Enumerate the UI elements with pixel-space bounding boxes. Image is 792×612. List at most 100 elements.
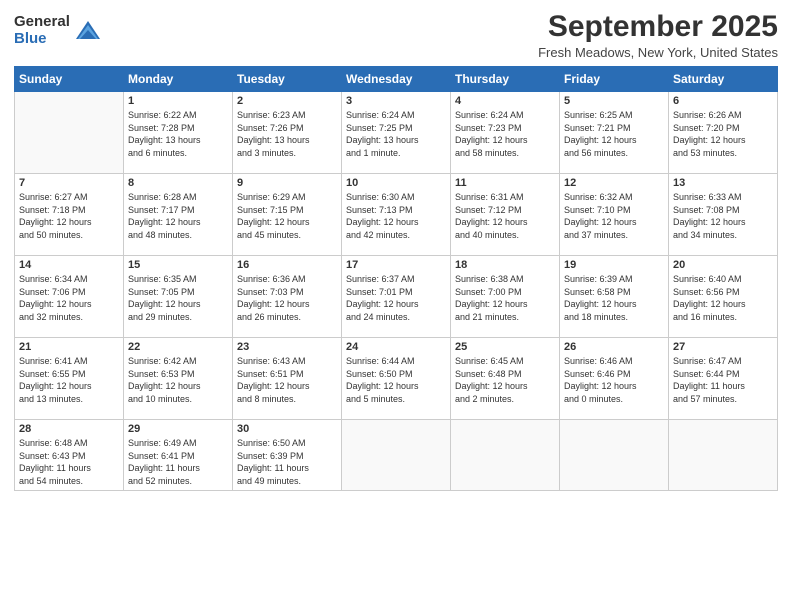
day-info: Sunrise: 6:46 AMSunset: 6:46 PMDaylight:…: [564, 355, 664, 405]
day-info: Sunrise: 6:23 AMSunset: 7:26 PMDaylight:…: [237, 109, 337, 159]
day-info: Sunrise: 6:38 AMSunset: 7:00 PMDaylight:…: [455, 273, 555, 323]
calendar-cell: 17 Sunrise: 6:37 AMSunset: 7:01 PMDayligh…: [342, 256, 451, 338]
calendar-cell: 26 Sunrise: 6:46 AMSunset: 6:46 PMDayligh…: [560, 338, 669, 420]
calendar-cell: 8Sunrise: 6:28 AMSunset: 7:17 PMDaylight…: [124, 174, 233, 256]
day-info: Sunrise: 6:27 AMSunset: 7:18 PMDaylight:…: [19, 191, 119, 241]
calendar-week-row: 7 Sunrise: 6:27 AMSunset: 7:18 PMDaylight…: [15, 174, 778, 256]
day-info: Sunrise: 6:34 AMSunset: 7:06 PMDaylight:…: [19, 273, 119, 323]
calendar-cell: [15, 92, 124, 174]
day-number: 19: [564, 259, 664, 271]
day-number: 18: [455, 259, 555, 271]
day-number: 26: [564, 341, 664, 353]
calendar-cell: [342, 420, 451, 491]
day-number: 22: [128, 341, 228, 353]
calendar-cell: 3 Sunrise: 6:24 AMSunset: 7:25 PMDaylight…: [342, 92, 451, 174]
calendar-cell: 15 Sunrise: 6:35 AMSunset: 7:05 PMDayligh…: [124, 256, 233, 338]
day-info: Sunrise: 6:24 AMSunset: 7:25 PMDaylight:…: [346, 109, 446, 159]
calendar-cell: 28 Sunrise: 6:48 AMSunset: 6:43 PMDayligh…: [15, 420, 124, 491]
day-number: 1: [128, 95, 228, 107]
day-number: 15: [128, 259, 228, 271]
logo-blue: Blue: [14, 31, 70, 48]
calendar-cell: 22Sunrise: 6:42 AMSunset: 6:53 PMDayligh…: [124, 338, 233, 420]
day-info: Sunrise: 6:33 AMSunset: 7:08 PMDaylight:…: [673, 191, 773, 241]
day-info: Sunrise: 6:39 AMSunset: 6:58 PMDaylight:…: [564, 273, 664, 323]
calendar-cell: 5 Sunrise: 6:25 AMSunset: 7:21 PMDaylight…: [560, 92, 669, 174]
day-number: 13: [673, 177, 773, 189]
day-number: 23: [237, 341, 337, 353]
calendar-cell: 9Sunrise: 6:29 AMSunset: 7:15 PMDaylight…: [233, 174, 342, 256]
calendar-week-row: 1 Sunrise: 6:22 AMSunset: 7:28 PMDaylight…: [15, 92, 778, 174]
day-info: Sunrise: 6:29 AMSunset: 7:15 PMDaylight:…: [237, 191, 337, 241]
day-info: Sunrise: 6:22 AMSunset: 7:28 PMDaylight:…: [128, 109, 228, 159]
day-info: Sunrise: 6:37 AMSunset: 7:01 PMDaylight:…: [346, 273, 446, 323]
day-number: 28: [19, 423, 119, 435]
logo: General Blue: [14, 14, 102, 47]
calendar-cell: 20 Sunrise: 6:40 AMSunset: 6:56 PMDayligh…: [669, 256, 778, 338]
calendar-cell: 2 Sunrise: 6:23 AMSunset: 7:26 PMDaylight…: [233, 92, 342, 174]
calendar-cell: 10 Sunrise: 6:30 AMSunset: 7:13 PMDayligh…: [342, 174, 451, 256]
day-number: 29: [128, 423, 228, 435]
day-info: Sunrise: 6:40 AMSunset: 6:56 PMDaylight:…: [673, 273, 773, 323]
calendar-cell: 1 Sunrise: 6:22 AMSunset: 7:28 PMDaylight…: [124, 92, 233, 174]
col-header-tuesday: Tuesday: [233, 67, 342, 92]
day-number: 16: [237, 259, 337, 271]
day-number: 7: [19, 177, 119, 189]
col-header-saturday: Saturday: [669, 67, 778, 92]
day-info: Sunrise: 6:31 AMSunset: 7:12 PMDaylight:…: [455, 191, 555, 241]
day-number: 20: [673, 259, 773, 271]
header: General Blue September 2025 Fresh Meadow…: [14, 10, 778, 60]
logo-general: General: [14, 14, 70, 31]
calendar-cell: 18 Sunrise: 6:38 AMSunset: 7:00 PMDayligh…: [451, 256, 560, 338]
day-number: 3: [346, 95, 446, 107]
logo-text: General Blue: [14, 14, 70, 47]
calendar-cell: 14 Sunrise: 6:34 AMSunset: 7:06 PMDayligh…: [15, 256, 124, 338]
day-number: 25: [455, 341, 555, 353]
day-number: 17: [346, 259, 446, 271]
calendar-cell: 4 Sunrise: 6:24 AMSunset: 7:23 PMDaylight…: [451, 92, 560, 174]
col-header-sunday: Sunday: [15, 67, 124, 92]
calendar-cell: [560, 420, 669, 491]
day-number: 4: [455, 95, 555, 107]
col-header-friday: Friday: [560, 67, 669, 92]
day-info: Sunrise: 6:30 AMSunset: 7:13 PMDaylight:…: [346, 191, 446, 241]
calendar-header-row: SundayMondayTuesdayWednesdayThursdayFrid…: [15, 67, 778, 92]
location: Fresh Meadows, New York, United States: [538, 45, 778, 60]
day-info: Sunrise: 6:44 AMSunset: 6:50 PMDaylight:…: [346, 355, 446, 405]
day-info: Sunrise: 6:50 AMSunset: 6:39 PMDaylight:…: [237, 437, 337, 487]
day-number: 5: [564, 95, 664, 107]
day-info: Sunrise: 6:35 AMSunset: 7:05 PMDaylight:…: [128, 273, 228, 323]
calendar-week-row: 14 Sunrise: 6:34 AMSunset: 7:06 PMDayligh…: [15, 256, 778, 338]
calendar-cell: 11 Sunrise: 6:31 AMSunset: 7:12 PMDayligh…: [451, 174, 560, 256]
calendar-cell: 23Sunrise: 6:43 AMSunset: 6:51 PMDayligh…: [233, 338, 342, 420]
day-info: Sunrise: 6:32 AMSunset: 7:10 PMDaylight:…: [564, 191, 664, 241]
calendar-cell: 25 Sunrise: 6:45 AMSunset: 6:48 PMDayligh…: [451, 338, 560, 420]
day-info: Sunrise: 6:25 AMSunset: 7:21 PMDaylight:…: [564, 109, 664, 159]
calendar-cell: 6Sunrise: 6:26 AMSunset: 7:20 PMDaylight…: [669, 92, 778, 174]
day-number: 11: [455, 177, 555, 189]
calendar-week-row: 21Sunrise: 6:41 AMSunset: 6:55 PMDayligh…: [15, 338, 778, 420]
calendar-cell: 19 Sunrise: 6:39 AMSunset: 6:58 PMDayligh…: [560, 256, 669, 338]
calendar-cell: 30 Sunrise: 6:50 AMSunset: 6:39 PMDayligh…: [233, 420, 342, 491]
day-number: 24: [346, 341, 446, 353]
calendar-cell: 29 Sunrise: 6:49 AMSunset: 6:41 PMDayligh…: [124, 420, 233, 491]
day-number: 2: [237, 95, 337, 107]
calendar: SundayMondayTuesdayWednesdayThursdayFrid…: [14, 66, 778, 491]
day-info: Sunrise: 6:45 AMSunset: 6:48 PMDaylight:…: [455, 355, 555, 405]
main-container: General Blue September 2025 Fresh Meadow…: [0, 0, 792, 612]
day-number: 6: [673, 95, 773, 107]
day-number: 10: [346, 177, 446, 189]
day-info: Sunrise: 6:48 AMSunset: 6:43 PMDaylight:…: [19, 437, 119, 487]
month-title: September 2025: [538, 10, 778, 43]
day-info: Sunrise: 6:41 AMSunset: 6:55 PMDaylight:…: [19, 355, 119, 405]
day-info: Sunrise: 6:28 AMSunset: 7:17 PMDaylight:…: [128, 191, 228, 241]
day-info: Sunrise: 6:49 AMSunset: 6:41 PMDaylight:…: [128, 437, 228, 487]
calendar-cell: [669, 420, 778, 491]
day-info: Sunrise: 6:24 AMSunset: 7:23 PMDaylight:…: [455, 109, 555, 159]
col-header-thursday: Thursday: [451, 67, 560, 92]
calendar-cell: [451, 420, 560, 491]
day-info: Sunrise: 6:36 AMSunset: 7:03 PMDaylight:…: [237, 273, 337, 323]
day-info: Sunrise: 6:47 AMSunset: 6:44 PMDaylight:…: [673, 355, 773, 405]
calendar-cell: 16 Sunrise: 6:36 AMSunset: 7:03 PMDayligh…: [233, 256, 342, 338]
day-number: 30: [237, 423, 337, 435]
day-number: 14: [19, 259, 119, 271]
